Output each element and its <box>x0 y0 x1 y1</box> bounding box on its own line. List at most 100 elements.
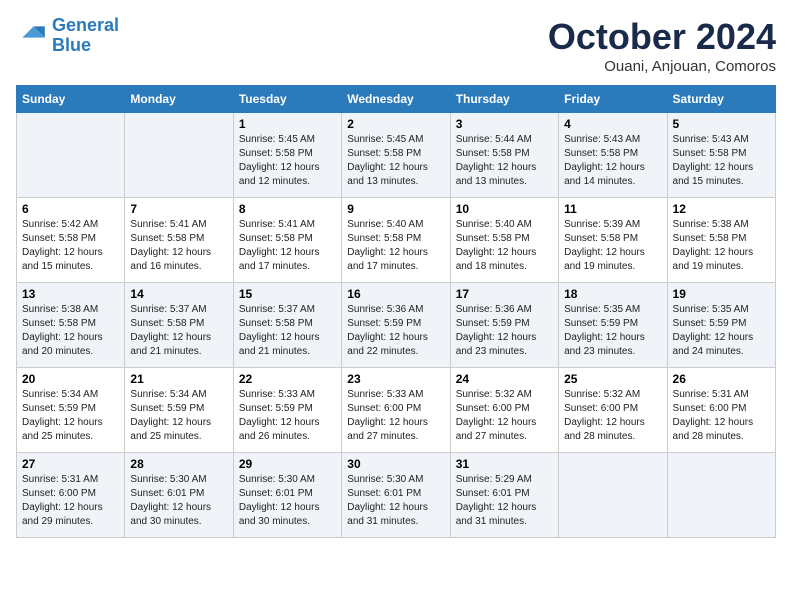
title-block: October 2024 Ouani, Anjouan, Comoros <box>548 16 776 75</box>
day-number: 31 <box>456 457 553 471</box>
day-cell: 22Sunrise: 5:33 AM Sunset: 5:59 PM Dayli… <box>233 368 341 453</box>
day-number: 30 <box>347 457 444 471</box>
day-cell: 7Sunrise: 5:41 AM Sunset: 5:58 PM Daylig… <box>125 198 233 283</box>
day-info: Sunrise: 5:45 AM Sunset: 5:58 PM Dayligh… <box>347 133 444 189</box>
day-number: 25 <box>564 372 661 386</box>
logo-text: General Blue <box>52 16 119 56</box>
day-number: 13 <box>22 287 119 301</box>
day-cell: 10 Sunrise: 5:40 AM Sunset: 5:58 PM Dayli… <box>450 198 558 283</box>
day-info: Sunrise: 5:29 AM Sunset: 6:01 PM Dayligh… <box>456 473 553 529</box>
day-cell: 11 Sunrise: 5:39 AM Sunset: 5:58 PM Dayli… <box>559 198 667 283</box>
header-cell-friday: Friday <box>559 86 667 113</box>
day-number: 14 <box>130 287 227 301</box>
day-info: Sunrise: 5:37 AM Sunset: 5:58 PM Dayligh… <box>239 303 336 359</box>
location-subtitle: Ouani, Anjouan, Comoros <box>548 58 776 75</box>
day-number: 12 <box>673 202 770 216</box>
day-cell: 5 Sunrise: 5:43 AM Sunset: 5:58 PM Daylig… <box>667 113 775 198</box>
day-info: Sunrise: 5:35 AM Sunset: 5:59 PM Dayligh… <box>673 303 770 359</box>
day-info: Sunrise: 5:30 AM Sunset: 6:01 PM Dayligh… <box>347 473 444 529</box>
day-number: 9 <box>347 202 444 216</box>
day-number: 27 <box>22 457 119 471</box>
day-cell: 15 Sunrise: 5:37 AM Sunset: 5:58 PM Dayli… <box>233 283 341 368</box>
day-number: 17 <box>456 287 553 301</box>
day-cell: 31 Sunrise: 5:29 AM Sunset: 6:01 PM Dayli… <box>450 453 558 538</box>
day-info: Sunrise: 5:36 AM Sunset: 5:59 PM Dayligh… <box>456 303 553 359</box>
day-cell: 18 Sunrise: 5:35 AM Sunset: 5:59 PM Dayli… <box>559 283 667 368</box>
header-cell-saturday: Saturday <box>667 86 775 113</box>
month-title: October 2024 <box>548 16 776 58</box>
day-info: Sunrise: 5:45 AM Sunset: 5:58 PM Dayligh… <box>239 133 336 189</box>
logo-icon <box>16 20 48 52</box>
day-info: Sunrise: 5:32 AM Sunset: 6:00 PM Dayligh… <box>456 388 553 444</box>
day-info: Sunrise: 5:43 AM Sunset: 5:58 PM Dayligh… <box>673 133 770 189</box>
day-cell: 16Sunrise: 5:36 AM Sunset: 5:59 PM Dayli… <box>342 283 450 368</box>
day-cell: 12Sunrise: 5:38 AM Sunset: 5:58 PM Dayli… <box>667 198 775 283</box>
day-cell: 19 Sunrise: 5:35 AM Sunset: 5:59 PM Dayli… <box>667 283 775 368</box>
day-cell: 30 Sunrise: 5:30 AM Sunset: 6:01 PM Dayli… <box>342 453 450 538</box>
day-number: 3 <box>456 117 553 131</box>
day-cell: 9Sunrise: 5:40 AM Sunset: 5:58 PM Daylig… <box>342 198 450 283</box>
week-row-4: 20 Sunrise: 5:34 AM Sunset: 5:59 PM Dayli… <box>17 368 776 453</box>
day-number: 19 <box>673 287 770 301</box>
day-number: 10 <box>456 202 553 216</box>
day-info: Sunrise: 5:31 AM Sunset: 6:00 PM Dayligh… <box>673 388 770 444</box>
day-number: 11 <box>564 202 661 216</box>
day-info: Sunrise: 5:30 AM Sunset: 6:01 PM Dayligh… <box>130 473 227 529</box>
day-cell: 14 Sunrise: 5:37 AM Sunset: 5:58 PM Dayli… <box>125 283 233 368</box>
day-number: 1 <box>239 117 336 131</box>
logo-line1: General <box>52 15 119 35</box>
day-info: Sunrise: 5:40 AM Sunset: 5:58 PM Dayligh… <box>456 218 553 274</box>
day-cell: 21 Sunrise: 5:34 AM Sunset: 5:59 PM Dayli… <box>125 368 233 453</box>
day-info: Sunrise: 5:41 AM Sunset: 5:58 PM Dayligh… <box>130 218 227 274</box>
day-number: 18 <box>564 287 661 301</box>
day-number: 4 <box>564 117 661 131</box>
week-row-3: 13Sunrise: 5:38 AM Sunset: 5:58 PM Dayli… <box>17 283 776 368</box>
day-cell: 24Sunrise: 5:32 AM Sunset: 6:00 PM Dayli… <box>450 368 558 453</box>
header-cell-monday: Monday <box>125 86 233 113</box>
day-number: 16 <box>347 287 444 301</box>
day-cell: 4 Sunrise: 5:43 AM Sunset: 5:58 PM Daylig… <box>559 113 667 198</box>
day-number: 8 <box>239 202 336 216</box>
day-info: Sunrise: 5:37 AM Sunset: 5:58 PM Dayligh… <box>130 303 227 359</box>
logo-line2: Blue <box>52 35 91 55</box>
day-info: Sunrise: 5:34 AM Sunset: 5:59 PM Dayligh… <box>22 388 119 444</box>
day-number: 21 <box>130 372 227 386</box>
day-cell <box>125 113 233 198</box>
calendar-table: SundayMondayTuesdayWednesdayThursdayFrid… <box>16 85 776 538</box>
page-header: General Blue October 2024 Ouani, Anjouan… <box>16 16 776 75</box>
day-info: Sunrise: 5:30 AM Sunset: 6:01 PM Dayligh… <box>239 473 336 529</box>
day-number: 26 <box>673 372 770 386</box>
week-row-2: 6 Sunrise: 5:42 AM Sunset: 5:58 PM Daylig… <box>17 198 776 283</box>
day-info: Sunrise: 5:42 AM Sunset: 5:58 PM Dayligh… <box>22 218 119 274</box>
header-cell-sunday: Sunday <box>17 86 125 113</box>
header-row: SundayMondayTuesdayWednesdayThursdayFrid… <box>17 86 776 113</box>
day-cell: 25 Sunrise: 5:32 AM Sunset: 6:00 PM Dayli… <box>559 368 667 453</box>
header-cell-wednesday: Wednesday <box>342 86 450 113</box>
day-cell: 27Sunrise: 5:31 AM Sunset: 6:00 PM Dayli… <box>17 453 125 538</box>
day-cell: 6 Sunrise: 5:42 AM Sunset: 5:58 PM Daylig… <box>17 198 125 283</box>
day-number: 15 <box>239 287 336 301</box>
day-cell: 17 Sunrise: 5:36 AM Sunset: 5:59 PM Dayli… <box>450 283 558 368</box>
header-cell-thursday: Thursday <box>450 86 558 113</box>
day-number: 22 <box>239 372 336 386</box>
day-cell: 20 Sunrise: 5:34 AM Sunset: 5:59 PM Dayli… <box>17 368 125 453</box>
day-number: 20 <box>22 372 119 386</box>
week-row-5: 27Sunrise: 5:31 AM Sunset: 6:00 PM Dayli… <box>17 453 776 538</box>
day-cell: 26 Sunrise: 5:31 AM Sunset: 6:00 PM Dayli… <box>667 368 775 453</box>
day-cell <box>17 113 125 198</box>
day-number: 2 <box>347 117 444 131</box>
day-cell: 1 Sunrise: 5:45 AM Sunset: 5:58 PM Daylig… <box>233 113 341 198</box>
day-info: Sunrise: 5:43 AM Sunset: 5:58 PM Dayligh… <box>564 133 661 189</box>
day-info: Sunrise: 5:32 AM Sunset: 6:00 PM Dayligh… <box>564 388 661 444</box>
day-cell: 28Sunrise: 5:30 AM Sunset: 6:01 PM Dayli… <box>125 453 233 538</box>
day-info: Sunrise: 5:34 AM Sunset: 5:59 PM Dayligh… <box>130 388 227 444</box>
day-cell: 2 Sunrise: 5:45 AM Sunset: 5:58 PM Daylig… <box>342 113 450 198</box>
day-info: Sunrise: 5:39 AM Sunset: 5:58 PM Dayligh… <box>564 218 661 274</box>
header-cell-tuesday: Tuesday <box>233 86 341 113</box>
day-cell: 13Sunrise: 5:38 AM Sunset: 5:58 PM Dayli… <box>17 283 125 368</box>
day-cell: 23Sunrise: 5:33 AM Sunset: 6:00 PM Dayli… <box>342 368 450 453</box>
day-number: 6 <box>22 202 119 216</box>
day-info: Sunrise: 5:35 AM Sunset: 5:59 PM Dayligh… <box>564 303 661 359</box>
day-number: 29 <box>239 457 336 471</box>
day-number: 5 <box>673 117 770 131</box>
